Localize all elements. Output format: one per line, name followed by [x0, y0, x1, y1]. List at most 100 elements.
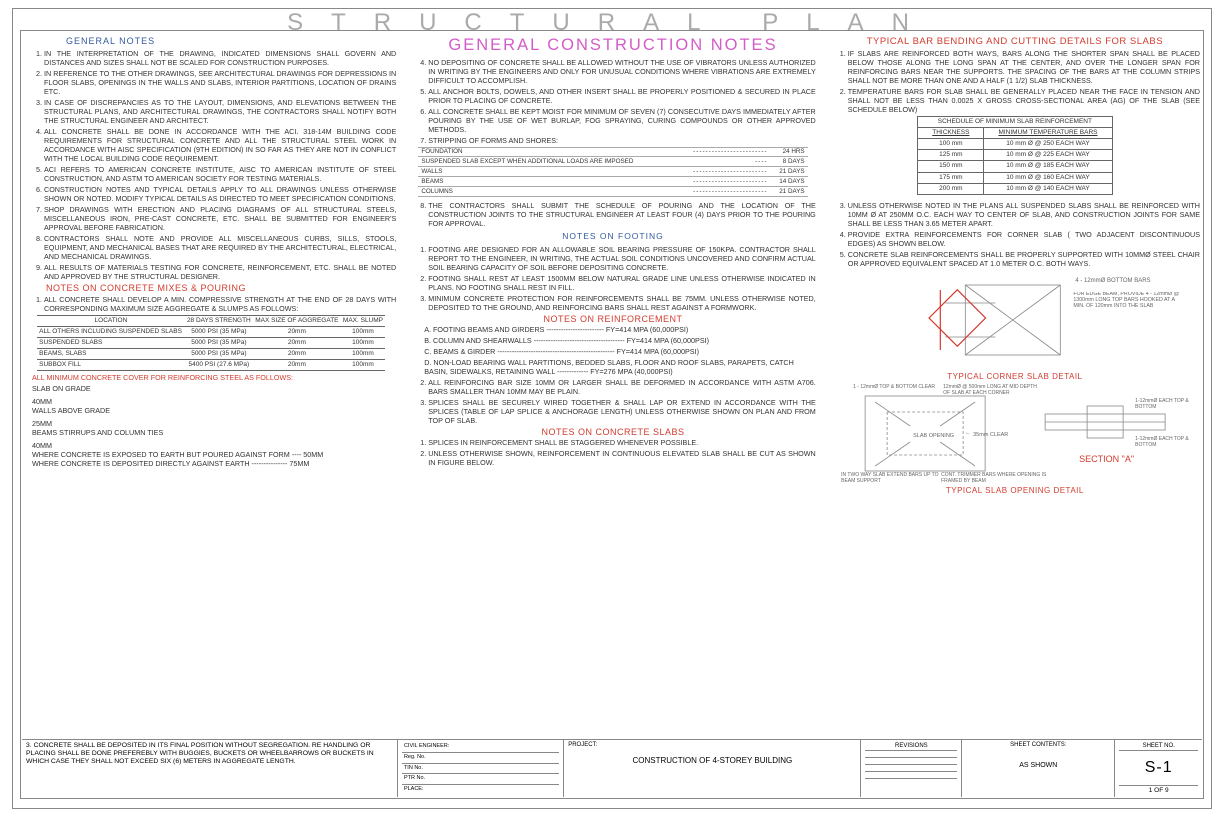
mix-td: BEAMS, SLABS — [37, 348, 185, 359]
note-item: CONSTRUCTION NOTES AND TYPICAL DETAILS A… — [44, 185, 396, 203]
sched-td: 200 mm — [918, 183, 984, 194]
strip-td: FOUNDATION — [418, 147, 675, 157]
mix-td: 100mm — [341, 337, 385, 348]
general-notes-list: IN THE INTERPRETATION OF THE DRAWING, IN… — [26, 49, 396, 281]
sched-th: THICKNESS — [918, 128, 984, 139]
sched-td: 10 mm Ø @ 185 EACH WAY — [984, 161, 1112, 172]
tb-project-label: PROJECT: — [568, 742, 856, 748]
section-label: SECTION "A" — [1079, 454, 1134, 464]
sched-td: 10 mm Ø @ 140 EACH WAY — [984, 183, 1112, 194]
mix-th: LOCATION — [37, 315, 185, 326]
note-item: ALL CONCRETE SHALL DEVELOP A MIN. COMPRE… — [44, 295, 396, 313]
diag-note: FOR EDGE BEAM, PROVIDE 4 - 12mmØ @ 1300m… — [1073, 292, 1181, 309]
mix-td: 5000 PSI (35 MPa) — [185, 337, 253, 348]
cover-item: BEAMS STIRRUPS AND COLUMN TIES — [32, 428, 396, 437]
strip-td: 14 DAYS — [771, 177, 808, 187]
strip-td: BEAMS — [418, 177, 675, 187]
tb-notes: 3. CONCRETE SHALL BE DEPOSITED IN ITS FI… — [22, 740, 398, 797]
mix-td: 5000 PSI (35 MPa) — [185, 348, 253, 359]
diag-note: 35mm CLEAR — [973, 432, 1008, 438]
note-item: ALL REINFORCING BAR SIZE 10mm OR LARGER … — [428, 378, 816, 396]
note-item: PROVIDE EXTRA REINFORCEMENTS FOR CORNER … — [848, 230, 1200, 248]
bar-notes-list: IF SLABS ARE REINFORCED BOTH WAYS, BARS … — [830, 49, 1200, 114]
note-item: IF SLABS ARE REINFORCED BOTH WAYS, BARS … — [848, 49, 1200, 85]
note-item: SPLICES SHALL BE SECURELY WIRED TOGETHER… — [428, 398, 816, 425]
tb-eng-line: Reg. No. — [402, 753, 559, 764]
tb-engineer: CIVIL ENGINEER: Reg. No. TIN No. PTR No.… — [398, 740, 564, 797]
tb-sheet: SHEET NO. S-1 1 OF 9 — [1115, 740, 1202, 797]
tb-eng-line: CIVIL ENGINEER: — [402, 742, 559, 753]
column-general-notes: GENERAL NOTES IN THE INTERPRETATION OF T… — [22, 32, 398, 739]
note-item: IN CASE OF DISCREPANCIES AS TO THE LAYOU… — [44, 98, 396, 125]
note-item: IN REFERENCE TO THE OTHER DRAWINGS, SEE … — [44, 69, 396, 96]
strip-td: COLUMNS — [418, 187, 675, 197]
tb-sheet-label: SHEET NO. — [1119, 742, 1198, 751]
tb-sheet-of: 1 OF 9 — [1119, 785, 1198, 795]
mix-th: MAX. SLUMP — [341, 315, 385, 326]
title-block: 3. CONCRETE SHALL BE DEPOSITED IN ITS FI… — [22, 739, 1202, 797]
diag-note: 1-12mmØ EACH TOP & BOTTOM — [1135, 398, 1195, 411]
sched-td: 150 mm — [918, 161, 984, 172]
mix-td: 20mm — [253, 360, 341, 371]
slab-opening-caption: TYPICAL SLAB OPENING DETAIL — [830, 486, 1200, 496]
note-item: ACI REFERS TO AMERICAN CONCRETE INSTITUT… — [44, 165, 396, 183]
mix-notes-list: ALL CONCRETE SHALL DEVELOP A MIN. COMPRE… — [26, 295, 396, 313]
note-item: SHOP DRAWINGS WITH ERECTION AND PLACING … — [44, 205, 396, 232]
diag-note: IN TWO WAY SLAB EXTEND BARS UP TO BEAM S… — [841, 472, 941, 484]
note-item: CONCRETE SLAB REINFORCEMENTS SHALL BE PR… — [848, 250, 1200, 268]
note-item: SPLICES IN REINFORCEMENT SHALL BE STAGGE… — [428, 438, 816, 447]
strip-td: 24 HRS — [771, 147, 808, 157]
cover-item: 40MM — [32, 441, 396, 450]
mix-td: ALL OTHERS INCLUDING SUSPENDED SLABS — [37, 326, 185, 337]
reinf-letter-item: b. COLUMN AND SHEARWALLS ---------------… — [424, 336, 816, 345]
content-area: GENERAL NOTES IN THE INTERPRETATION OF T… — [22, 32, 1202, 797]
construction-notes-list-cont: THE CONTRACTORS SHALL SUBMIT THE SCHEDUL… — [410, 201, 816, 228]
diag-note: SLAB OPENING — [913, 433, 954, 439]
tb-eng-line: TIN No. — [402, 764, 559, 775]
diag-note: 1-12mmØ EACH TOP & BOTTOM — [1135, 436, 1195, 449]
tb-contents-label: SHEET CONTENTS: — [966, 742, 1110, 748]
note-item: ALL RESULTS OF MATERIALS TESTING FOR CON… — [44, 263, 396, 281]
sched-td: 10 mm Ø @ 225 EACH WAY — [984, 150, 1112, 161]
column-construction-notes: GENERAL CONSTRUCTION NOTES NO DEPOSITING… — [406, 32, 818, 739]
sched-td: 10 mm Ø @ 250 EACH WAY — [984, 139, 1112, 150]
tb-contents-value: AS SHOWN — [966, 762, 1110, 769]
sched-td: 125 mm — [918, 150, 984, 161]
mix-td: 20mm — [253, 337, 341, 348]
sched-th: MINIMUM TEMPERATURE BARS — [984, 128, 1112, 139]
reinf-letter-item: d. NON-LOAD BEARING WALL PARTITIONS, BED… — [424, 358, 816, 376]
sched-td: 100 mm — [918, 139, 984, 150]
tb-eng-line: PTR No. — [402, 774, 559, 785]
strip-td: 8 DAYS — [771, 157, 808, 167]
tb-revisions-label: REVISIONS — [865, 742, 957, 751]
column-bar-details: TYPICAL BAR BENDING AND CUTTING DETAILS … — [826, 32, 1202, 739]
mix-td: 5000 PSI (35 MPa) — [185, 326, 253, 337]
mix-td: 20mm — [253, 348, 341, 359]
tb-contents: SHEET CONTENTS: AS SHOWN — [962, 740, 1115, 797]
corner-slab-caption: TYPICAL CORNER SLAB DETAIL — [830, 372, 1200, 382]
slab-list: SPLICES IN REINFORCEMENT SHALL BE STAGGE… — [410, 438, 816, 467]
strip-td: 21 DAYS — [771, 167, 808, 177]
mix-td: SUSPENDED SLABS — [37, 337, 185, 348]
slab-opening-diagram: SLAB OPENING ← 35mm CLEAR 1 - 12mmØ TOP … — [830, 384, 1200, 484]
tb-revisions: REVISIONS — [861, 740, 962, 797]
construction-notes-heading: GENERAL CONSTRUCTION NOTES — [410, 35, 816, 56]
mix-th: MAX SIZE OF AGGREGATE — [253, 315, 341, 326]
mix-th: 28 DAYS STRENGTH — [185, 315, 253, 326]
note-item: ALL CONCRETE SHALL BE DONE IN ACCORDANCE… — [44, 127, 396, 163]
sched-td: 10 mm Ø @ 160 EACH WAY — [984, 172, 1112, 183]
corner-slab-diagram: 4 - 12mmØ BOTTOM BARS FOR EDGE BEAM, PRO… — [845, 270, 1186, 370]
cover-item: 25MM — [32, 419, 396, 428]
svg-text:←: ← — [965, 430, 971, 436]
note-item: FOOTING ARE DESIGNED FOR AN ALLOWABLE SO… — [428, 245, 816, 272]
tb-note3-text: CONCRETE SHALL BE DEPOSITED IN ITS FINAL… — [26, 742, 374, 765]
note-item: FOOTING SHALL REST AT LEAST 1500MM BELOW… — [428, 274, 816, 292]
cover-item: WALLS ABOVE GRADE — [32, 406, 396, 415]
concrete-slabs-heading: NOTES ON CONCRETE SLABS — [410, 427, 816, 438]
strip-td: 21 DAYS — [771, 187, 808, 197]
bar-bending-heading: TYPICAL BAR BENDING AND CUTTING DETAILS … — [830, 36, 1200, 48]
reinf-letter-item: a. FOOTING BEAMS AND GIRDERS -----------… — [424, 325, 816, 334]
schedule-table: SCHEDULE OF MINIMUM SLAB REINFORCEMENT T… — [917, 116, 1112, 195]
note-item: THE CONTRACTORS SHALL SUBMIT THE SCHEDUL… — [428, 201, 816, 228]
tb-sheet-number: S-1 — [1119, 751, 1198, 785]
